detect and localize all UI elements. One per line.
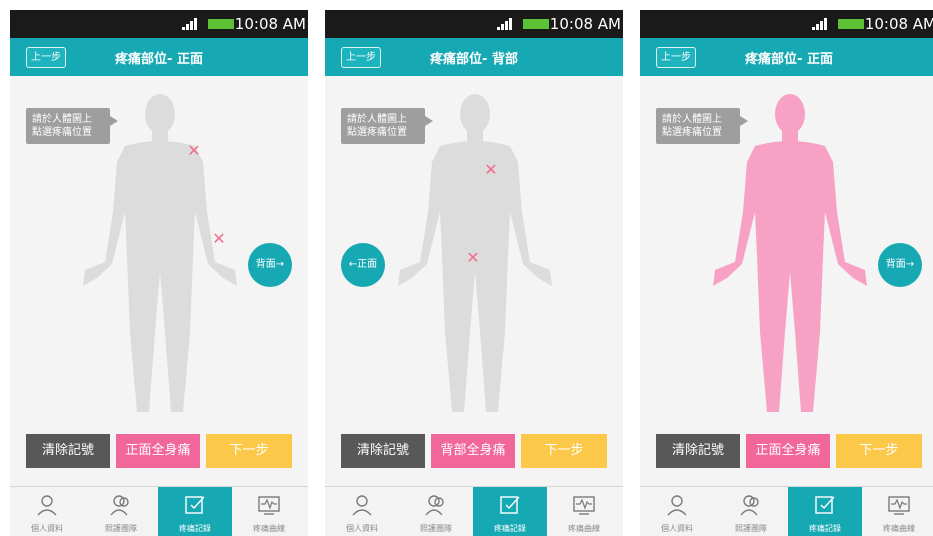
body-canvas[interactable]: 請於人體圖上 點選疼痛位置 ✕ ✕ ←正面	[325, 76, 623, 486]
clear-marks-button[interactable]: 清除記號	[656, 434, 740, 468]
body-canvas[interactable]: 請於人體圖上 點選疼痛位置 ✕ ✕ 背面→	[10, 76, 308, 486]
hint-tooltip: 請於人體圖上 點選疼痛位置	[656, 108, 748, 144]
tab-care-team[interactable]: 照護團隊	[84, 487, 158, 536]
edit-icon	[185, 496, 205, 514]
signal-icon	[182, 18, 198, 30]
header: 上一步 疼痛部位- 正面	[640, 38, 933, 76]
screen-back: 10:08 AM 上一步 疼痛部位- 背部 請於人體圖上 點選疼痛位置 ✕ ✕ …	[325, 10, 623, 536]
signal-icon	[812, 18, 828, 30]
person-icon	[352, 495, 372, 516]
tab-pain-curve[interactable]: 疼痛曲線	[232, 487, 306, 536]
flip-front-button[interactable]: ←正面	[341, 243, 385, 287]
battery-icon	[208, 19, 234, 29]
tab-profile[interactable]: 個人資料	[10, 487, 84, 536]
status-bar: 10:08 AM	[325, 10, 623, 38]
next-button[interactable]: 下一步	[521, 434, 607, 468]
action-bar: 清除記號 正面全身痛 下一步	[656, 434, 922, 468]
pain-marker[interactable]: ✕	[483, 162, 499, 178]
team-icon	[110, 495, 129, 516]
battery-icon	[838, 19, 864, 29]
full-body-pain-button[interactable]: 正面全身痛	[116, 434, 200, 468]
battery-icon	[523, 19, 549, 29]
edit-icon	[815, 496, 835, 514]
pain-marker[interactable]: ✕	[186, 143, 202, 159]
tab-pain-record[interactable]: 疼痛記錄	[788, 487, 862, 536]
next-button[interactable]: 下一步	[836, 434, 922, 468]
clear-marks-button[interactable]: 清除記號	[341, 434, 425, 468]
screen-front-full: 10:08 AM 上一步 疼痛部位- 正面 請於人體圖上 點選疼痛位置 背面→ …	[640, 10, 933, 536]
status-bar: 10:08 AM	[10, 10, 308, 38]
tab-care-team[interactable]: 照護團隊	[714, 487, 788, 536]
screen-front: 10:08 AM 上一步 疼痛部位- 正面 請於人體圖上 點選疼痛位置 ✕ ✕ …	[10, 10, 308, 536]
team-icon	[740, 495, 759, 516]
status-time: 10:08 AM	[234, 15, 306, 33]
tab-pain-curve[interactable]: 疼痛曲線	[862, 487, 933, 536]
tab-bar: 個人資料 照護團隊 疼痛記錄 疼痛曲線	[325, 486, 623, 536]
status-bar: 10:08 AM	[640, 10, 933, 38]
full-body-pain-button[interactable]: 背部全身痛	[431, 434, 515, 468]
tab-care-team[interactable]: 照護團隊	[399, 487, 473, 536]
tab-pain-curve[interactable]: 疼痛曲線	[547, 487, 621, 536]
pain-marker[interactable]: ✕	[465, 250, 481, 266]
status-time: 10:08 AM	[864, 15, 933, 33]
signal-icon	[497, 18, 513, 30]
person-icon	[37, 495, 57, 516]
tab-bar: 個人資料 照護團隊 疼痛記錄 疼痛曲線	[640, 486, 933, 536]
page-title: 疼痛部位- 正面	[115, 52, 203, 67]
header: 上一步 疼痛部位- 正面	[10, 38, 308, 76]
tab-bar: 個人資料 照護團隊 疼痛記錄 疼痛曲線	[10, 486, 308, 536]
person-icon	[667, 495, 687, 516]
tab-profile[interactable]: 個人資料	[325, 487, 399, 536]
page-title: 疼痛部位- 背部	[430, 52, 518, 67]
action-bar: 清除記號 背部全身痛 下一步	[341, 434, 607, 468]
chart-icon	[888, 496, 910, 515]
pain-marker[interactable]: ✕	[211, 231, 227, 247]
edit-icon	[500, 496, 520, 514]
tab-profile[interactable]: 個人資料	[640, 487, 714, 536]
chart-icon	[258, 496, 280, 515]
page-title: 疼痛部位- 正面	[745, 52, 833, 67]
tab-pain-record[interactable]: 疼痛記錄	[158, 487, 232, 536]
clear-marks-button[interactable]: 清除記號	[26, 434, 110, 468]
tab-pain-record[interactable]: 疼痛記錄	[473, 487, 547, 536]
status-time: 10:08 AM	[549, 15, 621, 33]
chart-icon	[573, 496, 595, 515]
body-canvas[interactable]: 請於人體圖上 點選疼痛位置 背面→	[640, 76, 933, 486]
action-bar: 清除記號 正面全身痛 下一步	[26, 434, 292, 468]
flip-back-button[interactable]: 背面→	[248, 243, 292, 287]
header: 上一步 疼痛部位- 背部	[325, 38, 623, 76]
next-button[interactable]: 下一步	[206, 434, 292, 468]
full-body-pain-button[interactable]: 正面全身痛	[746, 434, 830, 468]
team-icon	[425, 495, 444, 516]
hint-tooltip: 請於人體圖上 點選疼痛位置	[26, 108, 118, 144]
flip-back-button[interactable]: 背面→	[878, 243, 922, 287]
hint-tooltip: 請於人體圖上 點選疼痛位置	[341, 108, 433, 144]
